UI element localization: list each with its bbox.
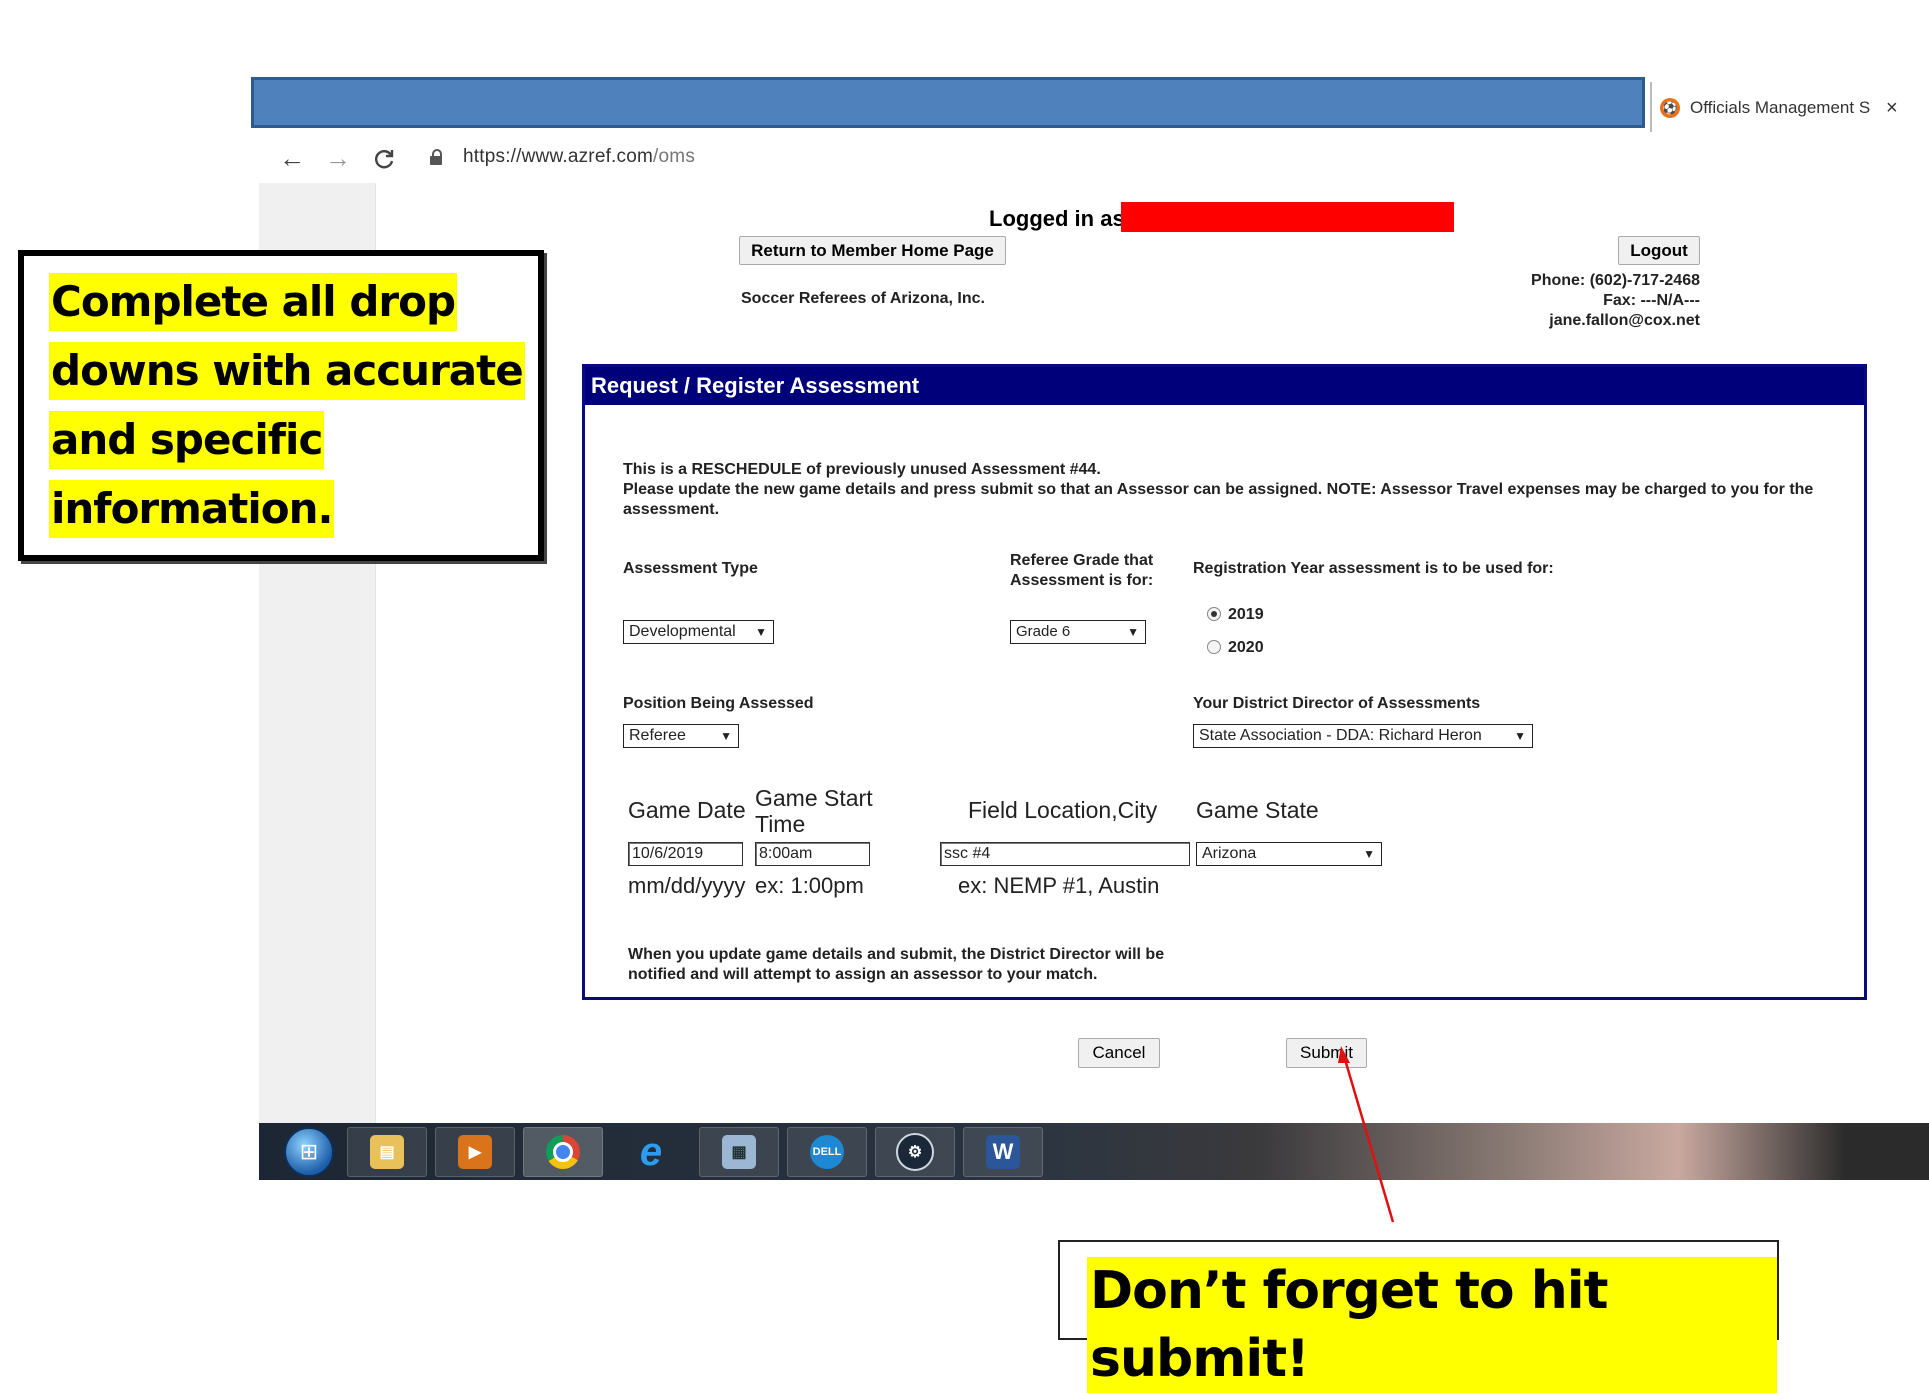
- pointer-arrow: [1338, 1046, 1395, 1223]
- submit-reminder-text: Don’t forget to hit submit!: [1087, 1257, 1777, 1393]
- submit-reminder-callout: Don’t forget to hit submit!: [1058, 1240, 1779, 1393]
